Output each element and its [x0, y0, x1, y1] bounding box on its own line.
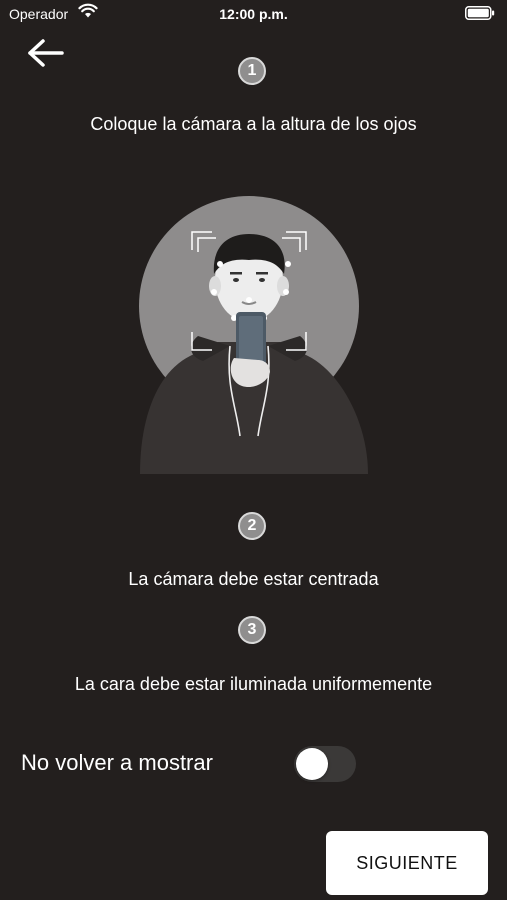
- selfie-face-scan-illustration: [139, 196, 368, 474]
- step-1-text: Coloque la cámara a la altura de los ojo…: [90, 114, 417, 134]
- step-2-badge: 2: [238, 512, 266, 540]
- battery-icon: [465, 6, 495, 20]
- toggle-knob: [296, 748, 328, 780]
- back-arrow-icon[interactable]: [26, 36, 66, 70]
- status-bar: Operador 12:00 p.m.: [0, 0, 507, 28]
- step-3-badge: 3: [238, 616, 266, 644]
- clock: 12:00 p.m.: [219, 6, 288, 22]
- next-button[interactable]: SIGUIENTE: [326, 831, 488, 895]
- dont-show-again-toggle[interactable]: [294, 746, 356, 782]
- dont-show-again-label: No volver a mostrar: [21, 750, 213, 775]
- step-1-badge: 1: [238, 57, 266, 85]
- step-2-text: La cámara debe estar centrada: [128, 569, 379, 589]
- step-3-text: La cara debe estar iluminada uniformemen…: [74, 674, 433, 694]
